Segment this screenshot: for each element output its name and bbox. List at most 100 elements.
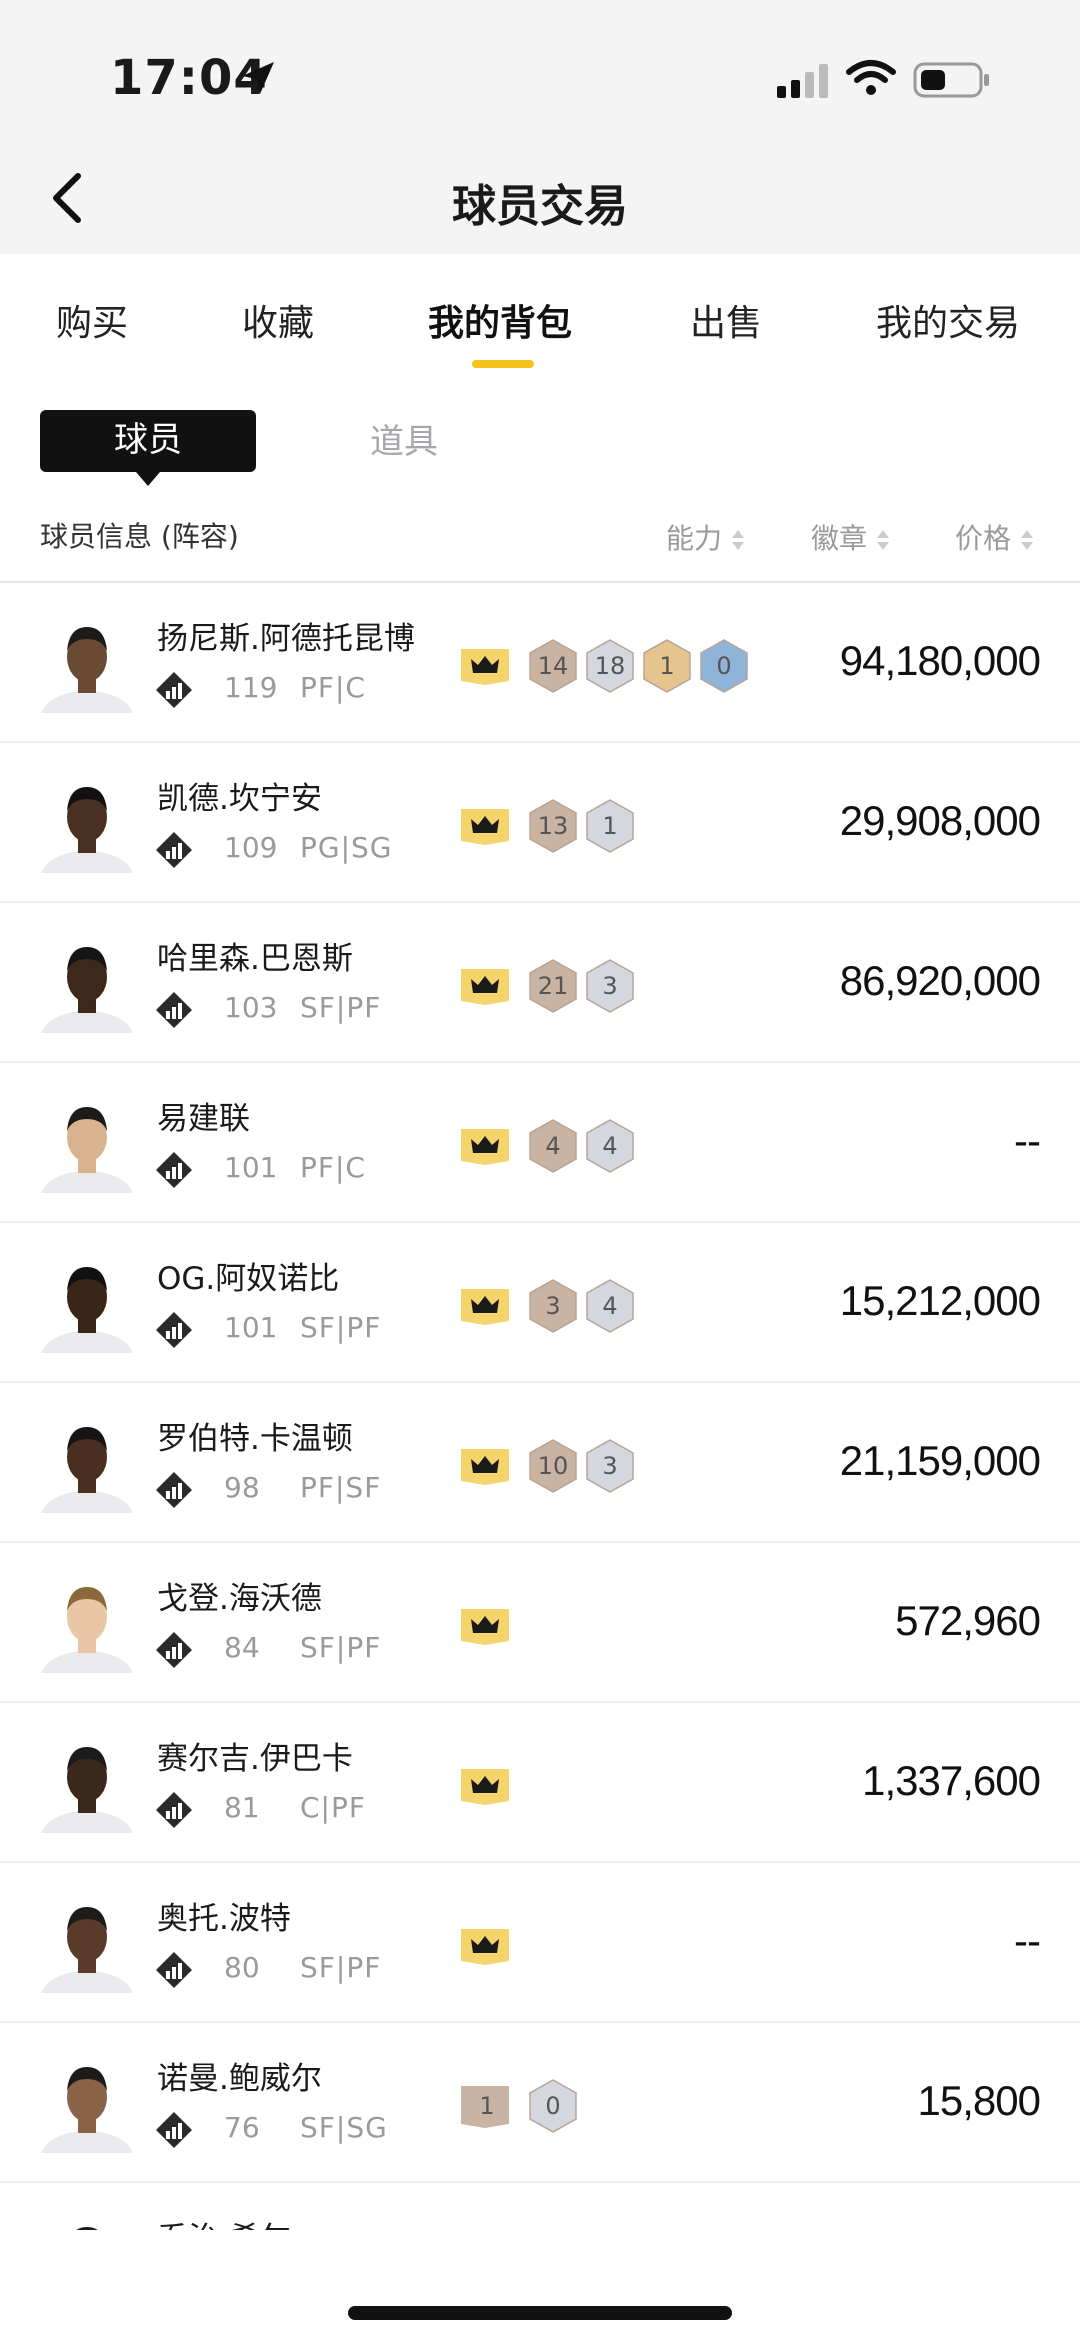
player-row[interactable]: 扬尼斯.阿德托昆博 119 PF|C 94,180,000 14 18 1 0 xyxy=(0,583,1080,743)
badge-hex: 3 xyxy=(582,958,638,1014)
badge-count: 14 xyxy=(537,652,569,680)
tier-badge-icon xyxy=(156,1152,192,1188)
player-avatar xyxy=(41,787,133,873)
badge-hex: 4 xyxy=(525,1118,581,1174)
player-name: 扬尼斯.阿德托昆博 xyxy=(157,621,415,657)
tab-my-trades[interactable]: 我的交易 xyxy=(876,294,1020,346)
crown-icon xyxy=(461,1129,509,1165)
crown-icon xyxy=(461,1449,509,1485)
player-avatar xyxy=(41,1587,133,1673)
badge-hex: 13 xyxy=(525,798,581,854)
crown-icon xyxy=(461,1929,509,1965)
tier-badge-icon xyxy=(156,1472,192,1508)
badge-count: 0 xyxy=(545,2092,561,2120)
tier-badge-icon xyxy=(156,1312,192,1348)
badge-hex: 1 xyxy=(582,798,638,854)
tab-buy[interactable]: 购买 xyxy=(56,294,128,346)
badge-count: 1 xyxy=(659,652,675,680)
cellular-signal-icon xyxy=(777,64,828,98)
player-position: C|PF xyxy=(300,1791,366,1824)
badge-hex: 21 xyxy=(525,958,581,1014)
player-rating: 84 xyxy=(224,1631,260,1664)
player-row[interactable]: OG.阿奴诺比 101 SF|PF 15,212,000 3 4 xyxy=(0,1223,1080,1383)
sort-arrows-icon xyxy=(877,530,890,550)
column-price-label: 价格 xyxy=(955,522,1012,555)
crown-icon xyxy=(461,969,509,1005)
status-bar: 17:04 xyxy=(0,0,1080,160)
badge-hex: 3 xyxy=(582,1438,638,1494)
badge-hex: 1 xyxy=(639,638,695,694)
crown-icon xyxy=(461,1289,509,1325)
sort-arrows-icon xyxy=(732,530,745,550)
badge-count: 3 xyxy=(602,1452,618,1480)
player-row[interactable]: 哈里森.巴恩斯 103 SF|PF 86,920,000 21 3 xyxy=(0,903,1080,1063)
sort-arrows-icon xyxy=(1021,530,1034,550)
player-name: 赛尔吉.伊巴卡 xyxy=(157,1741,353,1777)
player-name: 戈登.海沃德 xyxy=(157,1581,322,1617)
column-badge-label: 徽章 xyxy=(811,522,868,555)
player-position: SF|PF xyxy=(300,1951,382,1984)
player-avatar xyxy=(41,1427,133,1513)
tab-favorites[interactable]: 收藏 xyxy=(242,294,314,346)
badge-count: 3 xyxy=(545,1292,561,1320)
player-avatar xyxy=(41,1747,133,1833)
battery-icon xyxy=(913,62,989,98)
player-row[interactable]: 奥托.波特 80 SF|PF -- xyxy=(0,1863,1080,2023)
tier-badge-icon xyxy=(156,2112,192,2148)
player-row[interactable]: 易建联 101 PF|C -- 4 4 xyxy=(0,1063,1080,1223)
badge-count: 1 xyxy=(602,812,618,840)
player-name: 哈里森.巴恩斯 xyxy=(157,941,353,977)
player-position: SF|PF xyxy=(300,1311,382,1344)
player-rating: 80 xyxy=(224,1951,260,1984)
sort-price[interactable]: 价格 xyxy=(955,517,1035,557)
tier-badge-icon xyxy=(156,832,192,868)
tier-badge-icon xyxy=(156,1792,192,1828)
badge-count: 4 xyxy=(545,1132,561,1160)
player-rating: 76 xyxy=(224,2111,260,2144)
player-price: 21,159,000 xyxy=(839,1437,1041,1484)
badge-count: 0 xyxy=(716,652,732,680)
player-price: 1,337,600 xyxy=(862,1757,1041,1804)
tab-sell[interactable]: 出售 xyxy=(690,294,762,346)
active-tab-indicator xyxy=(472,360,534,368)
badge-hex: 4 xyxy=(582,1278,638,1334)
column-player-info: 球员信息 (阵容) xyxy=(40,520,239,553)
player-position: SF|PF xyxy=(300,991,382,1024)
player-rating: 81 xyxy=(224,1791,260,1824)
badge-count: 3 xyxy=(602,972,618,1000)
player-price: 29,908,000 xyxy=(839,797,1041,844)
player-row[interactable]: 戈登.海沃德 84 SF|PF 572,960 xyxy=(0,1543,1080,1703)
player-avatar xyxy=(41,627,133,713)
player-row[interactable]: 凯德.坎宁安 109 PG|SG 29,908,000 13 1 xyxy=(0,743,1080,903)
player-avatar xyxy=(41,1267,133,1353)
tier-badge-icon xyxy=(156,1952,192,1988)
player-rating: 109 xyxy=(224,831,278,864)
subtab-items[interactable]: 道具 xyxy=(370,414,438,463)
column-ability-label: 能力 xyxy=(666,522,723,555)
player-name: 奥托.波特 xyxy=(157,1901,291,1937)
player-row[interactable]: 诺曼.鲍威尔 76 SF|SG 15,800 1 0 xyxy=(0,2023,1080,2183)
player-name: OG.阿奴诺比 xyxy=(157,1261,340,1297)
player-row[interactable]: 赛尔吉.伊巴卡 81 C|PF 1,337,600 xyxy=(0,1703,1080,1863)
badge-hex: 1 xyxy=(459,2078,515,2134)
player-position: PG|SG xyxy=(300,831,393,864)
player-price: 572,960 xyxy=(895,1597,1041,1644)
badge-count: 18 xyxy=(594,652,626,680)
tab-my-bag[interactable]: 我的背包 xyxy=(428,294,572,346)
player-position: PF|SF xyxy=(300,1471,382,1504)
sort-badge[interactable]: 徽章 xyxy=(811,517,891,557)
crown-icon xyxy=(461,1769,509,1805)
tier-badge-icon xyxy=(156,672,192,708)
player-row[interactable]: 罗伯特.卡温顿 98 PF|SF 21,159,000 10 3 xyxy=(0,1383,1080,1543)
player-name: 凯德.坎宁安 xyxy=(157,781,322,817)
sort-ability[interactable]: 能力 xyxy=(666,517,746,557)
player-position: SF|SG xyxy=(300,2111,388,2144)
subtab-players[interactable]: 球员 xyxy=(40,410,256,486)
player-price: 15,800 xyxy=(917,2077,1041,2124)
badge-count: 10 xyxy=(537,1452,569,1480)
player-price: -- xyxy=(1014,1917,1041,1964)
badge-hex: 14 xyxy=(525,638,581,694)
badge-count: 21 xyxy=(537,972,569,1000)
player-position: SF|PF xyxy=(300,1631,382,1664)
home-indicator[interactable] xyxy=(348,2306,732,2320)
